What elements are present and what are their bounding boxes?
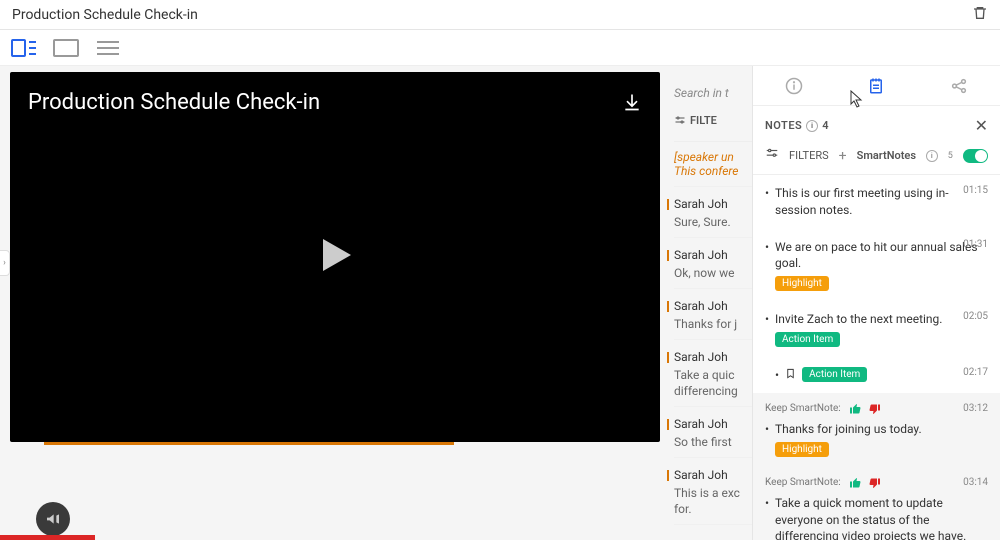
- megaphone-button[interactable]: [36, 502, 70, 536]
- transcript-item[interactable]: Sarah Joh So the first: [674, 407, 752, 458]
- transcript-speaker: Sarah Joh: [674, 246, 752, 264]
- view-list-button[interactable]: [94, 38, 122, 58]
- transcript-text: differencing: [674, 382, 752, 398]
- note-time: 02:05: [963, 311, 988, 322]
- close-icon[interactable]: ✕: [975, 116, 988, 135]
- keep-label: Keep SmartNote:: [765, 403, 841, 414]
- transcript-speaker: Sarah Joh: [674, 348, 752, 366]
- action-tag: Action Item: [802, 367, 867, 382]
- transcript-speaker: Sarah Joh: [674, 466, 752, 484]
- main-area: Production Schedule Check-in Search in t…: [0, 66, 1000, 540]
- keep-smartnote-row: Keep SmartNote:: [765, 403, 988, 421]
- note-item[interactable]: Invite Zach to the next meeting. Action …: [753, 301, 1000, 357]
- smartnotes-toggle[interactable]: [963, 149, 988, 163]
- window-header: Production Schedule Check-in: [0, 0, 1000, 30]
- thumbs-up-icon[interactable]: [849, 477, 861, 489]
- smartnotes-label: SmartNotes: [857, 149, 916, 162]
- search-input[interactable]: Search in t: [674, 80, 752, 106]
- info-icon[interactable]: i: [806, 120, 818, 132]
- notes-count: 4: [822, 119, 829, 132]
- view-toolbar: [0, 30, 1000, 66]
- notes-list: This is our first meeting using in-sessi…: [753, 175, 1000, 540]
- note-time: 03:14: [963, 477, 988, 488]
- note-item[interactable]: • Action Item 02:17: [753, 357, 1000, 393]
- transcript-item[interactable]: Sarah Joh This is a exc for.: [674, 458, 752, 525]
- youtube-progress-bar[interactable]: [0, 535, 95, 540]
- note-text: We are on pace to hit our annual sales g…: [765, 239, 988, 273]
- bookmark-icon: [785, 367, 796, 383]
- highlight-tag: Highlight: [775, 442, 829, 457]
- transcript-text: So the first: [674, 433, 752, 449]
- cursor-icon: [850, 90, 864, 112]
- note-time: 03:12: [963, 403, 988, 414]
- keep-label: Keep SmartNote:: [765, 477, 841, 488]
- note-time: 01:15: [963, 185, 988, 196]
- note-time: 02:17: [963, 367, 988, 378]
- thumbs-down-icon[interactable]: [869, 403, 881, 415]
- notes-tab[interactable]: [862, 72, 890, 100]
- note-text: This is our first meeting using in-sessi…: [765, 185, 988, 219]
- action-tag: Action Item: [775, 332, 840, 347]
- notes-title: NOTES i 4: [765, 119, 829, 132]
- filters-icon[interactable]: [765, 147, 779, 164]
- note-item[interactable]: This is our first meeting using in-sessi…: [753, 175, 1000, 229]
- video-player[interactable]: Production Schedule Check-in: [10, 72, 660, 442]
- transcript-text: Take a quic: [674, 366, 752, 382]
- filter-label: FILTE: [690, 114, 717, 127]
- transcript-text: Sure, Sure.: [674, 213, 752, 229]
- smartnote-item[interactable]: Keep SmartNote: Take a quick moment to u…: [753, 467, 1000, 540]
- note-text: Take a quick moment to update everyone o…: [765, 495, 988, 540]
- transcript-unknown: [speaker un: [674, 150, 752, 164]
- filter-label: FILTERS: [789, 149, 829, 162]
- transcript-item[interactable]: Sarah Joh Take a quic differencing: [674, 340, 752, 407]
- note-time: 01:31: [963, 239, 988, 250]
- notes-header: NOTES i 4 ✕: [753, 106, 1000, 141]
- transcript-column: Search in t FILTE [speaker un This confe…: [674, 66, 752, 540]
- smartnotes-count: 5: [948, 151, 953, 161]
- play-icon[interactable]: [311, 231, 359, 283]
- video-title: Production Schedule Check-in: [28, 90, 320, 115]
- video-progress-bar[interactable]: [44, 442, 454, 445]
- transcript-item[interactable]: Sarah Joh Sure, Sure.: [674, 187, 752, 238]
- video-column: Production Schedule Check-in: [0, 66, 674, 540]
- view-full-button[interactable]: [52, 38, 80, 58]
- smartnote-item[interactable]: Keep SmartNote: Thanks for joining us to…: [753, 393, 1000, 467]
- transcript-item[interactable]: Sarah Joh Thanks for j: [674, 289, 752, 340]
- transcript-unknown: This confere: [674, 164, 752, 178]
- notes-panel: NOTES i 4 ✕ FILTERS + SmartNotes i 5 Thi…: [752, 66, 1000, 540]
- info-tab[interactable]: [780, 72, 808, 100]
- download-icon[interactable]: [622, 92, 642, 116]
- notes-filter-row: FILTERS + SmartNotes i 5: [753, 141, 1000, 175]
- highlight-tag: Highlight: [775, 276, 829, 291]
- panel-tabs: [753, 66, 1000, 106]
- transcript-text: Thanks for j: [674, 315, 752, 331]
- transcript-item[interactable]: [speaker un This confere: [674, 142, 752, 187]
- info-icon[interactable]: i: [926, 150, 938, 162]
- note-text: Thanks for joining us today.: [765, 421, 988, 438]
- share-tab[interactable]: [945, 72, 973, 100]
- header-title: Production Schedule Check-in: [12, 7, 198, 23]
- view-split-button[interactable]: [10, 38, 38, 58]
- note-item[interactable]: We are on pace to hit our annual sales g…: [753, 229, 1000, 302]
- transcript-text: This is a exc: [674, 484, 752, 500]
- transcript-speaker: Sarah Joh: [674, 415, 752, 433]
- keep-smartnote-row: Keep SmartNote:: [765, 477, 988, 495]
- thumbs-up-icon[interactable]: [849, 403, 861, 415]
- note-text: Invite Zach to the next meeting.: [765, 311, 988, 328]
- transcript-filters[interactable]: FILTE: [674, 106, 752, 142]
- thumbs-down-icon[interactable]: [869, 477, 881, 489]
- bottom-controls: [0, 504, 674, 540]
- trash-icon[interactable]: [972, 5, 988, 25]
- transcript-text: Ok, now we: [674, 264, 752, 280]
- transcript-text: for.: [674, 500, 752, 516]
- transcript-speaker: Sarah Joh: [674, 297, 752, 315]
- add-filter-button[interactable]: +: [839, 148, 847, 164]
- transcript-speaker: Sarah Joh: [674, 195, 752, 213]
- transcript-item[interactable]: Sarah Joh Ok, now we: [674, 238, 752, 289]
